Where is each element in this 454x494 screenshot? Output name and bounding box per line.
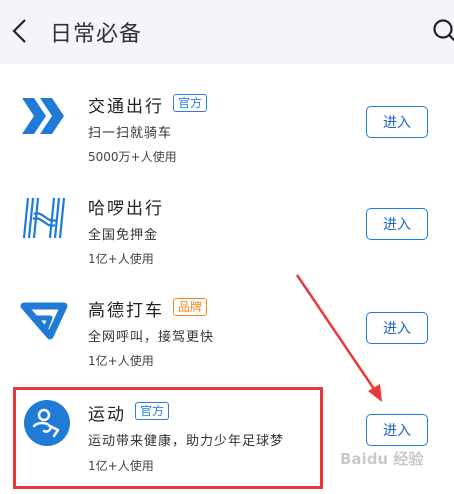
enter-button[interactable]: 进入 xyxy=(366,312,428,344)
official-tag: 官方 xyxy=(173,94,208,112)
header-bar: 日常必备 xyxy=(0,0,454,64)
app-description: 全国免押金 xyxy=(88,228,159,243)
search-icon[interactable] xyxy=(432,18,454,44)
brand-tag: 品牌 xyxy=(173,298,208,316)
app-name: 哈啰出行 xyxy=(88,199,164,219)
enter-button[interactable]: 进入 xyxy=(366,414,428,446)
app-user-count: 1亿+人使用 xyxy=(88,252,154,266)
amap-taxi-icon xyxy=(20,302,68,340)
app-name: 高德打车 xyxy=(88,301,164,321)
back-arrow-icon[interactable] xyxy=(10,18,30,44)
watermark: Baidu 经验 xyxy=(340,450,424,468)
double-chevron-icon xyxy=(22,98,64,134)
app-description: 扫一扫就骑车 xyxy=(88,126,173,141)
list-item[interactable]: 高德打车 品牌 全网呼叫，接驾更快 1亿+人使用 进入 xyxy=(0,288,454,390)
list-item[interactable]: 哈啰出行 全国免押金 1亿+人使用 进入 xyxy=(0,186,454,288)
app-description: 全网呼叫，接驾更快 xyxy=(88,330,215,345)
app-name: 交通出行 xyxy=(88,97,164,117)
hello-h-icon xyxy=(20,194,68,242)
app-user-count: 1亿+人使用 xyxy=(88,354,154,368)
highlight-box xyxy=(13,387,323,489)
page-title: 日常必备 xyxy=(50,22,143,47)
app-user-count: 5000万+人使用 xyxy=(88,150,177,164)
enter-button[interactable]: 进入 xyxy=(366,106,428,138)
enter-button[interactable]: 进入 xyxy=(366,208,428,240)
list-item[interactable]: 交通出行 官方 扫一扫就骑车 5000万+人使用 进入 xyxy=(0,84,454,186)
